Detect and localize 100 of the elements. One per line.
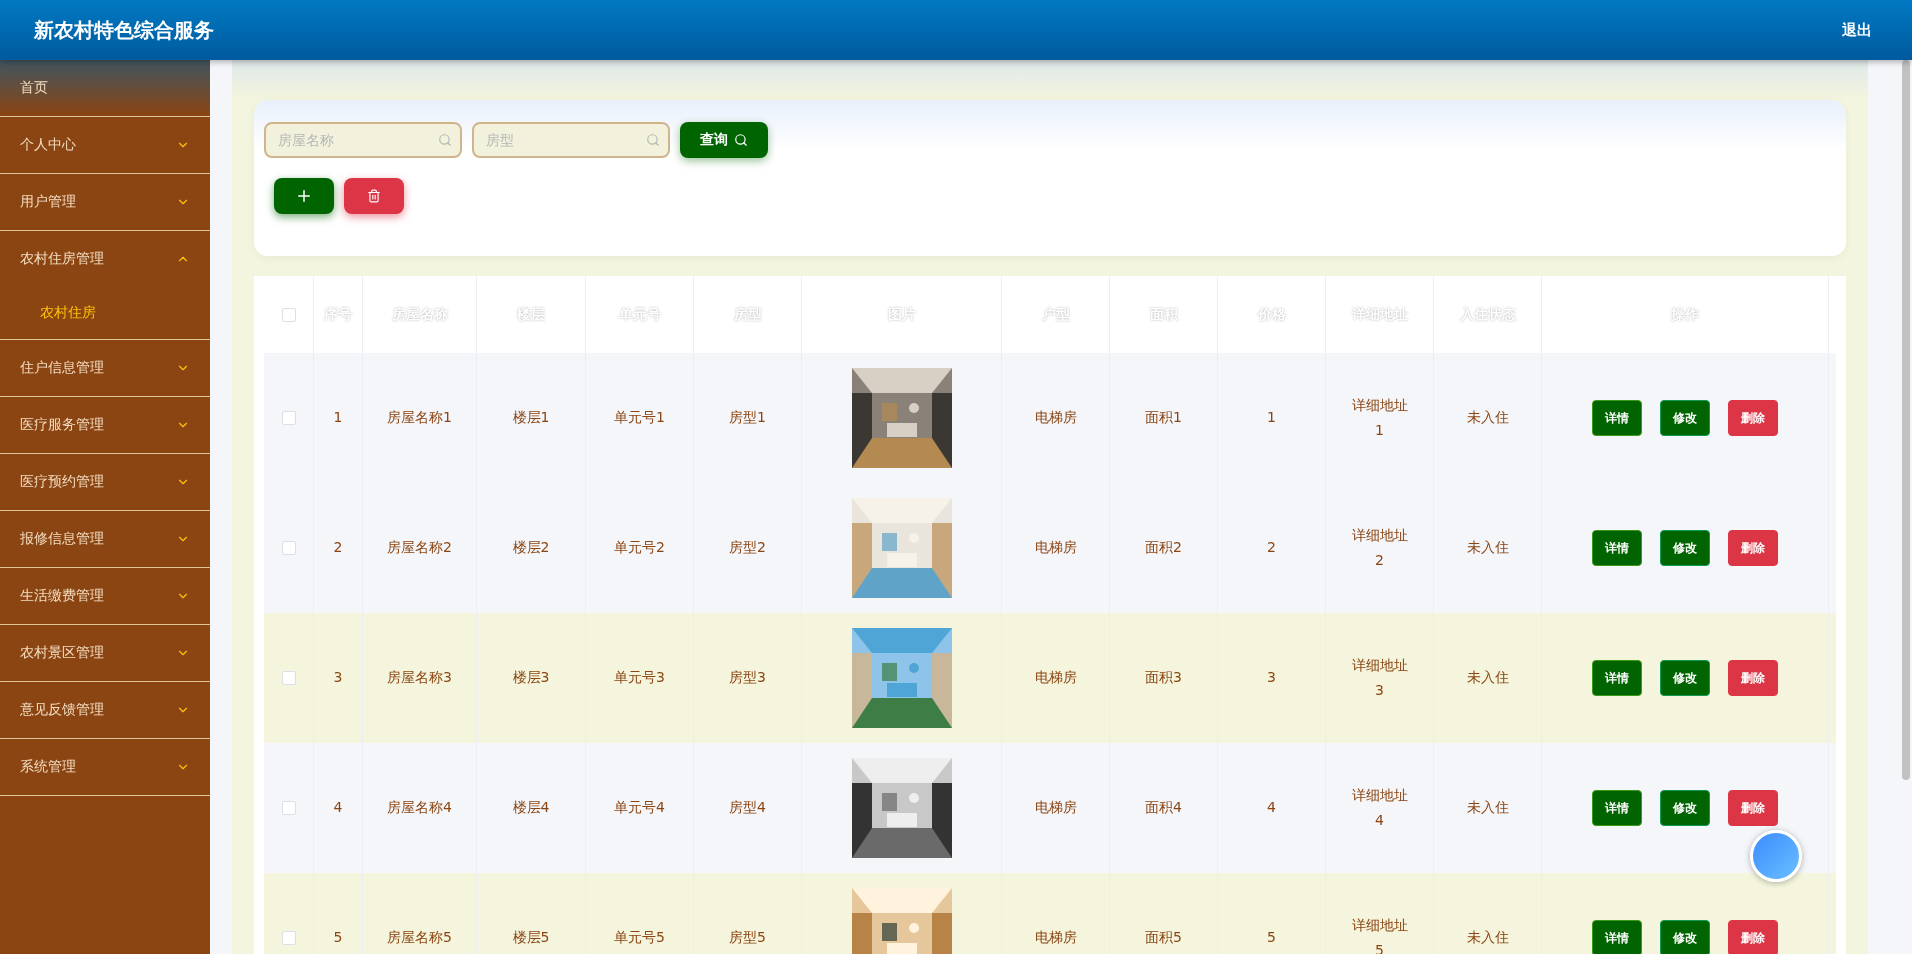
table-cell-text: 详细地址2 [1350,525,1409,570]
edit-button[interactable]: 修改 [1660,790,1710,826]
sidebar-item[interactable]: 农村住房管理 [20,250,104,268]
table-cell-text: 单元号3 [614,668,665,688]
table-cell-text: 未入住 [1466,668,1509,688]
plus-icon [295,187,313,205]
sidebar-label: 住户信息管理 [20,359,104,377]
table-cell-text: 房屋名称1 [387,408,452,428]
row-checkbox[interactable] [281,411,296,425]
logout-link[interactable]: 退出 [1842,20,1872,40]
sidebar-label: 首页 [20,79,48,97]
search-icon [734,133,748,147]
sidebar-label: 医疗预约管理 [20,473,104,491]
table-cell-text: 单元号2 [614,538,665,558]
table-cell-text: 房屋名称5 [387,928,452,948]
sidebar-label: 报修信息管理 [20,530,104,548]
table-cell-text: 面积5 [1145,928,1182,948]
row-checkbox[interactable] [281,541,296,555]
table-cell-text: 面积1 [1145,408,1182,428]
edit-button[interactable]: 修改 [1660,920,1710,954]
search-icon [646,133,660,147]
table-row[interactable]: 2 房屋名称2 楼层2 单元号2 房型2 电梯房 面积2 2 详细地址2 未入住 详情 修改 删除 [264,483,1836,613]
select-all-checkbox[interactable] [281,307,296,322]
table-cell-text: 单元号4 [614,798,665,818]
delete-button[interactable] [344,178,404,214]
table-cell-text: 房型2 [729,538,766,558]
sidebar-label: 农村景区管理 [20,644,104,662]
table-cell-text: 3 [333,668,343,688]
table-cell-text: 面积2 [1145,538,1182,558]
table-cell-text: 电梯房 [1034,538,1077,558]
delete-row-button[interactable]: 删除 [1728,920,1778,954]
table-cell-text: 楼层2 [512,538,550,558]
table-cell-text: 单元号5 [614,928,665,948]
table-cell-text: 电梯房 [1034,408,1077,428]
table-cell-text: 楼层1 [512,408,550,428]
table-cell-text: 房屋名称3 [387,668,452,688]
edit-button[interactable]: 修改 [1660,530,1710,566]
table-cell-text: 详细地址3 [1350,655,1409,700]
row-checkbox[interactable] [281,801,296,815]
details-button[interactable]: 详情 [1592,920,1642,954]
table-cell-text: 详细地址4 [1350,785,1409,830]
table-cell-text: 5 [333,928,343,948]
details-button[interactable]: 详情 [1592,790,1642,826]
table-cell-text: 房型4 [729,798,766,818]
table-cell-text: 未入住 [1466,928,1509,948]
table-cell-text: 房屋名称2 [387,538,452,558]
table-cell-text: 楼层5 [512,928,550,948]
details-button[interactable]: 详情 [1592,530,1642,566]
details-button[interactable]: 详情 [1592,660,1642,696]
table-cell-text: 电梯房 [1034,668,1077,688]
sidebar-label: 医疗服务管理 [20,416,104,434]
table-cell-text: 1 [1267,408,1276,428]
details-button[interactable]: 详情 [1592,400,1642,436]
table-cell-text: 房型3 [729,668,766,688]
table-cell-text: 房型1 [729,408,766,428]
table-cell-text: 面积4 [1145,798,1182,818]
sidebar-label: 生活缴费管理 [20,587,104,605]
table-row[interactable]: 1 房屋名称1 楼层1 单元号1 房型1 电梯房 面积1 1 详细地址1 未入住 详情 修改 删除 [264,353,1836,483]
table-cell-text: 房型5 [729,928,766,948]
table-cell-text: 电梯房 [1034,798,1077,818]
scrollbar[interactable] [1902,60,1910,780]
sidebar-subitem[interactable]: 农村住房 [0,287,210,339]
table-cell-text: 2 [333,538,343,558]
table-cell-text: 房屋名称4 [387,798,452,818]
table-cell-text: 2 [1267,538,1276,558]
delete-row-button[interactable]: 删除 [1728,530,1778,566]
edit-button[interactable]: 修改 [1660,400,1710,436]
table-cell-text: 电梯房 [1034,928,1077,948]
table-cell-text: 3 [1267,668,1276,688]
delete-row-button[interactable]: 删除 [1728,400,1778,436]
table-cell-text: 详细地址1 [1350,395,1409,440]
table-row[interactable]: 3 房屋名称3 楼层3 单元号3 房型3 电梯房 面积3 3 详细地址3 未入住 详情 修改 删除 [264,613,1836,743]
search-field[interactable]: 房型 [472,122,670,158]
edit-button[interactable]: 修改 [1660,660,1710,696]
delete-row-button[interactable]: 删除 [1728,790,1778,826]
table-row[interactable]: 4 房屋名称4 楼层4 单元号4 房型4 电梯房 面积4 4 详细地址4 未入住 详情 修改 删除 [264,743,1836,873]
table-cell-text: 1 [333,408,343,428]
sidebar-label: 系统管理 [20,758,76,776]
table-cell-text: 面积3 [1145,668,1182,688]
query-button[interactable]: 查询 [680,122,768,158]
trash-icon [367,189,381,203]
table-cell-text: 未入住 [1466,408,1509,428]
search-field[interactable]: 房屋名称 [264,122,462,158]
table-cell-text: 楼层4 [512,798,550,818]
delete-row-button[interactable]: 删除 [1728,660,1778,696]
sidebar-label: 个人中心 [20,136,76,154]
table-cell-text: 单元号1 [614,408,665,428]
table-cell-text: 5 [1267,928,1276,948]
row-checkbox[interactable] [281,931,296,945]
table-cell-text: 楼层3 [512,668,550,688]
table-cell-text: 未入住 [1466,798,1509,818]
app-title: 新农村特色综合服务 [34,16,214,44]
table-cell-text: 4 [333,798,343,818]
sidebar-label: 用户管理 [20,193,76,211]
table-cell-text: 4 [1267,798,1276,818]
table-cell-text: 未入住 [1466,538,1509,558]
add-button[interactable] [274,178,334,214]
row-checkbox[interactable] [281,671,296,685]
sidebar-label: 意见反馈管理 [20,701,104,719]
search-icon [438,133,452,147]
